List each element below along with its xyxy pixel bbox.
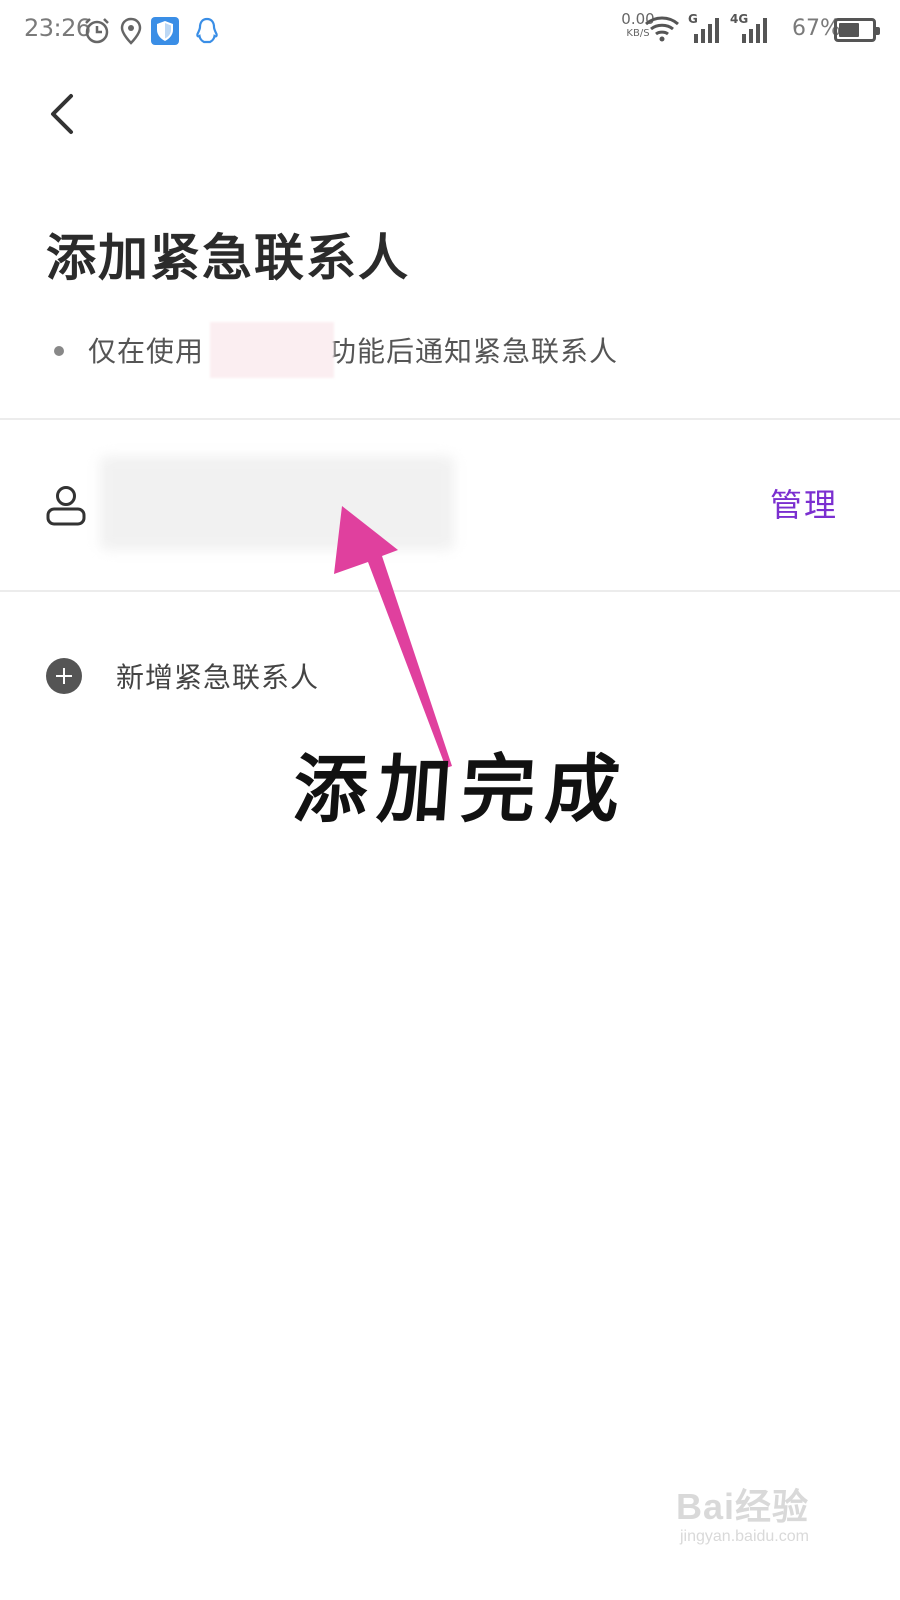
back-button[interactable] [38, 88, 94, 144]
notice-text: 仅在使用 功能后通知紧急联系人 [88, 330, 618, 370]
watermark: Bai经验 jingyan.baidu.com [676, 1478, 846, 1558]
bullet-dot [54, 346, 64, 356]
person-icon [46, 486, 86, 526]
manage-button[interactable]: 管理 [770, 480, 838, 526]
location-icon [120, 17, 142, 45]
status-time: 23:26 [24, 14, 91, 42]
annotation-text: 添加完成 [290, 747, 633, 833]
signal-icon [742, 18, 767, 43]
battery-level [839, 23, 860, 37]
status-bar: 23:26 0.00 KB/S G 4G 67% [0, 0, 900, 64]
alarm-icon [85, 18, 109, 44]
page-title: 添加紧急联系人 [46, 229, 410, 287]
shield-app-icon [151, 17, 179, 45]
watermark-url: jingyan.baidu.com [680, 1528, 809, 1545]
notice-prefix: 仅在使用 [88, 335, 205, 368]
add-icon [46, 658, 82, 694]
watermark-logo: Bai经验 [676, 1486, 810, 1527]
notice-suffix: 功能后通知紧急联系人 [328, 335, 619, 368]
wifi-icon [645, 16, 679, 42]
redacted-feature-name [210, 322, 334, 378]
divider [0, 418, 900, 420]
add-contact-label: 新增紧急联系人 [116, 661, 320, 694]
qq-icon [196, 17, 218, 44]
battery-icon [834, 18, 880, 42]
signal-icon [694, 18, 719, 43]
